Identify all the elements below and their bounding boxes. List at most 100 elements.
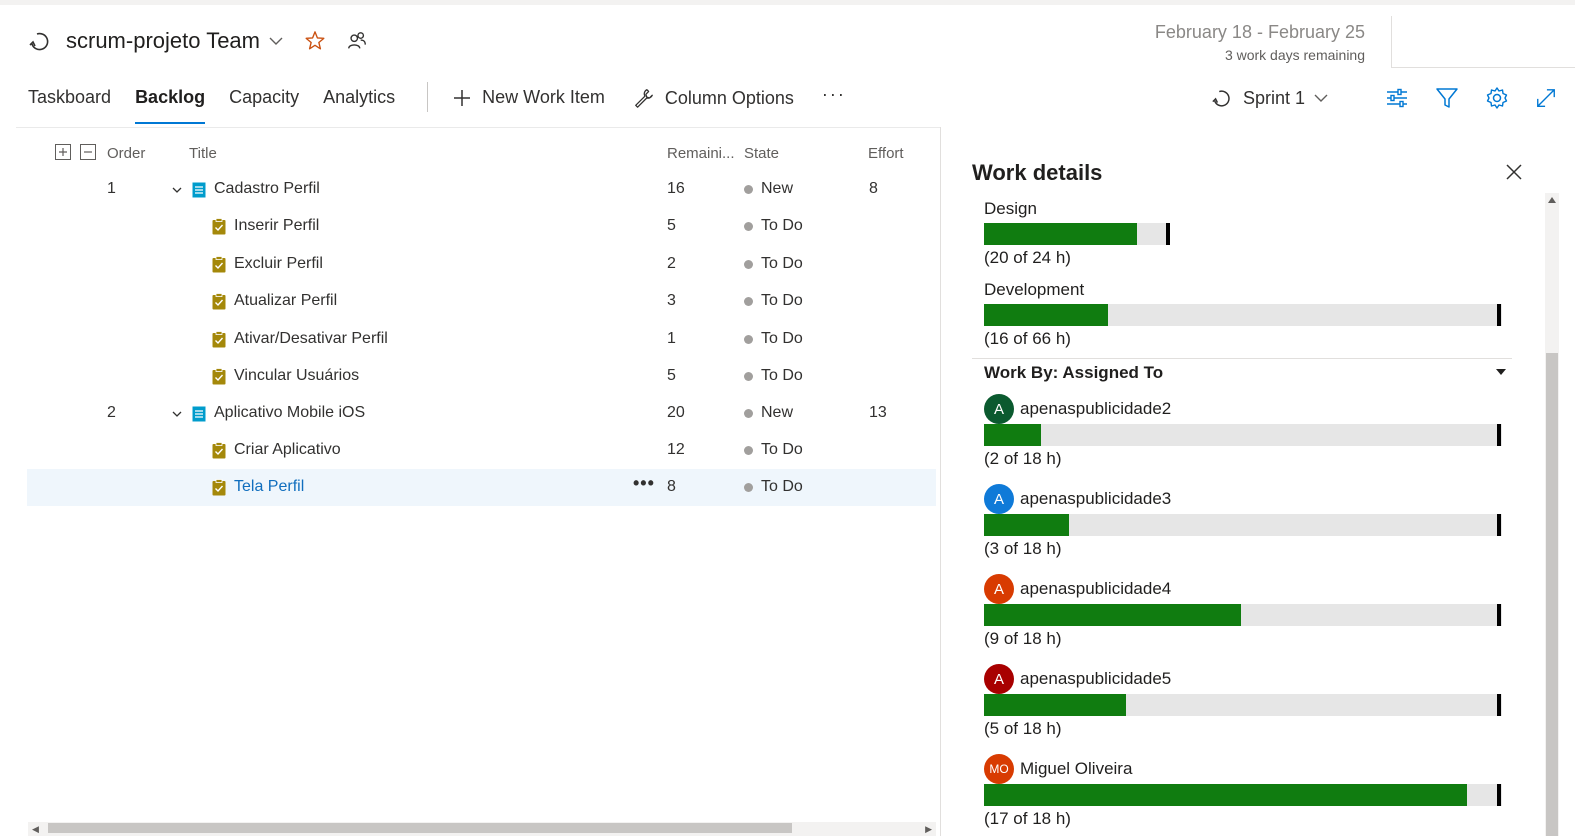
row-state: To Do (744, 217, 803, 235)
capacity-bar (984, 514, 1504, 536)
chevron-down-icon (1314, 94, 1328, 102)
assignee-name: apenaspublicidade2 (1020, 399, 1172, 418)
row-title[interactable]: Inserir Perfil (234, 217, 319, 235)
column-header-effort[interactable]: Effort (868, 145, 904, 162)
row-remaining: 5 (667, 217, 676, 234)
row-title[interactable]: Vincular Usuários (234, 367, 359, 385)
state-dot (744, 296, 753, 306)
close-icon[interactable] (1505, 163, 1523, 186)
column-header-title[interactable]: Title (189, 145, 217, 162)
scroll-left-arrow-icon[interactable]: ◀ (32, 824, 39, 835)
work-days-remaining: 3 work days remaining (1224, 47, 1365, 63)
capacity-bar-track (984, 424, 1502, 446)
state-dot (744, 221, 753, 231)
row-title[interactable]: Excluir Perfil (234, 255, 323, 273)
row-order: 2 (107, 404, 116, 421)
task-clipboard-icon (212, 293, 226, 315)
row-remaining: 3 (667, 292, 676, 309)
sprint-cycle-icon (1212, 90, 1230, 107)
capacity-bar-fill (984, 304, 1108, 326)
capacity-bar-marker (1497, 304, 1501, 326)
row-title[interactable]: Cadastro Perfil (214, 180, 320, 198)
row-title[interactable]: Criar Aplicativo (234, 441, 341, 459)
table-row-selected[interactable]: Tela Perfil ••• 8 To Do (27, 469, 936, 506)
fullscreen-expand-icon[interactable] (1535, 87, 1557, 109)
row-title[interactable]: Atualizar Perfil (234, 292, 337, 310)
vertical-scrollbar[interactable] (1545, 193, 1559, 836)
collapse-chevron-icon[interactable] (171, 183, 183, 201)
tab-taskboard[interactable]: Taskboard (28, 80, 111, 126)
row-title[interactable]: Ativar/Desativar Perfil (234, 330, 388, 348)
scroll-right-arrow-icon[interactable]: ▶ (925, 824, 932, 835)
column-header-order[interactable]: Order (107, 145, 145, 162)
capacity-bar-marker (1166, 223, 1170, 245)
filter-icon[interactable] (1435, 86, 1459, 110)
task-clipboard-icon (212, 331, 226, 353)
sprint-picker[interactable]: Sprint 1 (1211, 87, 1329, 109)
task-clipboard-icon (212, 218, 226, 240)
task-clipboard-icon (212, 479, 226, 501)
work-details-title: Work details (972, 160, 1103, 185)
column-options-button[interactable]: Column Options (633, 80, 794, 109)
horizontal-scrollbar-thumb[interactable] (48, 823, 792, 833)
backlog-grid-header: Order Title Remaini... State Effort (0, 140, 940, 168)
state-dot (744, 445, 753, 455)
assigned-to-section-title: Work By: Assigned To (984, 363, 1164, 382)
more-commands-button[interactable]: ··· (822, 80, 846, 105)
assignee: A apenaspublicidade2 (984, 394, 1504, 424)
assignee-hours: (5 of 18 h) (984, 719, 1062, 738)
assignee: A apenaspublicidade5 (984, 664, 1504, 694)
view-settings-sliders-icon[interactable] (1385, 86, 1409, 110)
row-effort: 8 (869, 180, 878, 197)
table-row[interactable]: Excluir Perfil 2 To Do (27, 246, 936, 283)
row-state-label: To Do (761, 367, 803, 384)
table-row[interactable]: Inserir Perfil 5 To Do (27, 208, 936, 245)
column-header-remaining[interactable]: Remaini... (667, 145, 735, 162)
row-state-label: To Do (761, 217, 803, 234)
capacity-bar (984, 694, 1504, 716)
state-dot (744, 259, 753, 269)
capacity-bar-marker (1497, 514, 1501, 536)
row-more-actions-button[interactable]: ••• (633, 473, 655, 494)
assignee: A apenaspublicidade4 (984, 574, 1504, 604)
capacity-bar (984, 223, 1504, 245)
section-collapse-caret-icon[interactable] (1496, 369, 1506, 375)
new-work-item-button[interactable]: New Work Item (452, 80, 605, 108)
activity-hours: (20 of 24 h) (984, 248, 1071, 267)
collapse-all-icon[interactable] (80, 144, 96, 160)
expand-all-icon[interactable] (55, 144, 71, 160)
row-title[interactable]: Tela Perfil (234, 478, 304, 496)
row-title[interactable]: Aplicativo Mobile iOS (214, 404, 365, 422)
vertical-scrollbar-thumb[interactable] (1546, 353, 1558, 836)
team-chevron-down-icon[interactable] (268, 33, 284, 49)
row-state: New (744, 180, 793, 198)
capacity-bar-marker (1497, 604, 1501, 626)
tab-backlog[interactable]: Backlog (135, 80, 206, 126)
tab-capacity[interactable]: Capacity (229, 80, 299, 126)
horizontal-scrollbar[interactable]: ◀ ▶ (28, 822, 936, 836)
state-dot (744, 334, 753, 344)
table-row[interactable]: Vincular Usuários 5 To Do (27, 358, 936, 395)
section-divider (972, 358, 1512, 359)
table-row[interactable]: Criar Aplicativo 12 To Do (27, 432, 936, 469)
scroll-up-arrow-icon[interactable] (1548, 197, 1556, 203)
work-details-body: Design (20 of 24 h) Development (16 of 6… (972, 193, 1542, 836)
team-members-icon[interactable] (346, 30, 368, 52)
product-backlog-item-icon (192, 182, 206, 203)
capacity-bar-fill (984, 784, 1467, 806)
table-row[interactable]: 2 Aplicativo Mobile iOS 20 New 13 (27, 395, 936, 432)
gear-icon[interactable] (1485, 86, 1509, 110)
team-name[interactable]: scrum-projeto Team (66, 28, 260, 54)
table-row[interactable]: 1 Cadastro Perfil 16 New 8 (27, 171, 936, 208)
capacity-bar-marker (1497, 424, 1501, 446)
collapse-chevron-icon[interactable] (171, 407, 183, 425)
table-row[interactable]: Ativar/Desativar Perfil 1 To Do (27, 321, 936, 358)
favorite-star-icon[interactable] (304, 30, 326, 52)
plus-icon (454, 89, 471, 106)
sprint-date-range: February 18 - February 25 (1154, 22, 1365, 42)
column-header-state[interactable]: State (744, 145, 779, 162)
panel-divider (940, 127, 941, 836)
row-state-label: To Do (761, 478, 803, 495)
tab-analytics[interactable]: Analytics (323, 80, 395, 126)
table-row[interactable]: Atualizar Perfil 3 To Do (27, 283, 936, 320)
